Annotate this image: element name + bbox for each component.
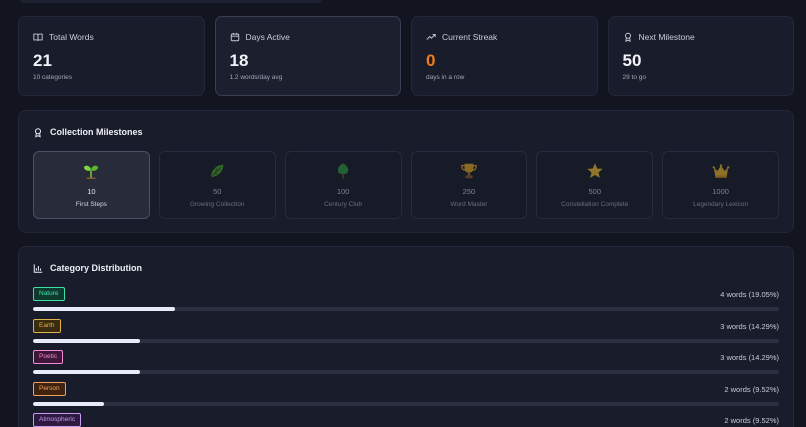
stat-label: Days Active <box>245 32 290 42</box>
progress-track <box>33 338 779 343</box>
progress-track <box>33 401 779 406</box>
milestone-target: 1000 <box>712 187 729 196</box>
award-icon <box>35 127 41 138</box>
category-count: 3 words (14.29%) <box>720 321 779 331</box>
category-distribution-panel: Category Distribution Nature 4 words (19… <box>18 246 794 427</box>
milestone-card[interactable]: 1000 Legendary Lexicon <box>662 151 779 219</box>
stat-sub: 29 to go <box>622 74 647 81</box>
distribution-row: Earth 3 words (14.29%) <box>33 318 779 351</box>
milestones-panel: Collection Milestones 10 First Steps 50 … <box>18 110 794 233</box>
milestone-name: Century Club <box>324 201 363 208</box>
stats-row: Total Words 21 10 categories Days Active… <box>18 16 794 96</box>
calendar-icon <box>230 32 239 42</box>
distribution-row: Nature 4 words (19.05%) <box>33 287 779 319</box>
sprout-icon <box>84 165 99 179</box>
progress-fill <box>33 401 105 406</box>
milestone-name: First Steps <box>75 201 107 208</box>
leaf-icon <box>210 164 224 178</box>
stat-sub: 1.2 words/day avg <box>229 74 283 81</box>
stat-sub: days in a row <box>426 74 465 81</box>
trending-up-icon <box>426 34 436 40</box>
award-icon <box>624 32 631 42</box>
milestone-target: 500 <box>588 187 601 196</box>
milestone-name: Legendary Lexicon <box>693 201 749 208</box>
tree-icon <box>337 163 349 179</box>
category-tag[interactable]: Atmospheric <box>33 413 82 427</box>
stat-card-total-words: Total Words 21 10 categories <box>18 16 205 96</box>
crown-icon <box>712 164 729 178</box>
stat-value: 0 <box>426 51 436 70</box>
progress-fill <box>33 338 140 343</box>
milestone-name: Word Master <box>450 201 488 208</box>
stat-card-next-milestone: Next Milestone 50 29 to go <box>607 16 794 96</box>
trophy-icon <box>461 163 477 179</box>
category-count: 2 words (9.52%) <box>724 384 779 394</box>
category-tag[interactable]: Earth <box>33 318 61 333</box>
milestone-card[interactable]: 10 First Steps <box>33 151 150 219</box>
star-icon <box>586 163 603 178</box>
bar-chart-icon <box>33 263 43 273</box>
milestone-target: 50 <box>213 187 222 196</box>
stat-value: 18 <box>229 51 249 70</box>
category-count: 2 words (9.52%) <box>724 416 779 425</box>
top-strip <box>20 0 322 3</box>
milestone-card[interactable]: 250 Word Master <box>410 151 528 219</box>
distribution-row: Poetic 3 words (14.29%) <box>33 350 779 382</box>
category-count: 3 words (14.29%) <box>720 353 779 362</box>
category-tag[interactable]: Poetic <box>33 350 64 364</box>
stat-card-current-streak: Current Streak 0 days in a row <box>411 16 598 96</box>
distribution-list: Nature 4 words (19.05%) Earth 3 words (1… <box>33 287 779 427</box>
panel-title: Category Distribution <box>50 263 143 273</box>
stat-value: 50 <box>622 51 642 70</box>
milestone-target: 250 <box>462 187 476 196</box>
milestone-card[interactable]: 50 Growing Collection <box>158 151 276 219</box>
stat-value: 21 <box>33 51 52 70</box>
distribution-row: Person 2 words (9.52%) <box>33 381 779 414</box>
progress-track <box>33 370 779 374</box>
milestone-name: Constellation Complete <box>561 201 629 208</box>
book-icon <box>33 33 43 41</box>
distribution-row: Atmospheric 2 words (9.52%) <box>33 413 779 427</box>
milestone-target: 100 <box>336 187 350 196</box>
progress-fill <box>33 370 140 374</box>
stat-label: Current Streak <box>442 32 498 42</box>
milestone-name: Growing Collection <box>189 201 245 208</box>
progress-track <box>33 307 779 311</box>
stat-label: Total Words <box>49 32 94 42</box>
category-count: 4 words (19.05%) <box>720 290 779 299</box>
stat-label: Next Milestone <box>638 32 695 42</box>
category-tag[interactable]: Person <box>33 381 66 396</box>
panel-title: Collection Milestones <box>50 127 143 137</box>
milestone-target: 10 <box>87 187 96 196</box>
category-tag[interactable]: Nature <box>33 287 65 301</box>
progress-fill <box>33 307 176 311</box>
stat-card-days-active[interactable]: Days Active 18 1.2 words/day avg <box>214 16 401 96</box>
milestone-card[interactable]: 500 Constellation Complete <box>536 151 654 219</box>
milestone-card[interactable]: 100 Century Club <box>284 151 402 219</box>
stat-sub: 10 categories <box>33 74 73 81</box>
